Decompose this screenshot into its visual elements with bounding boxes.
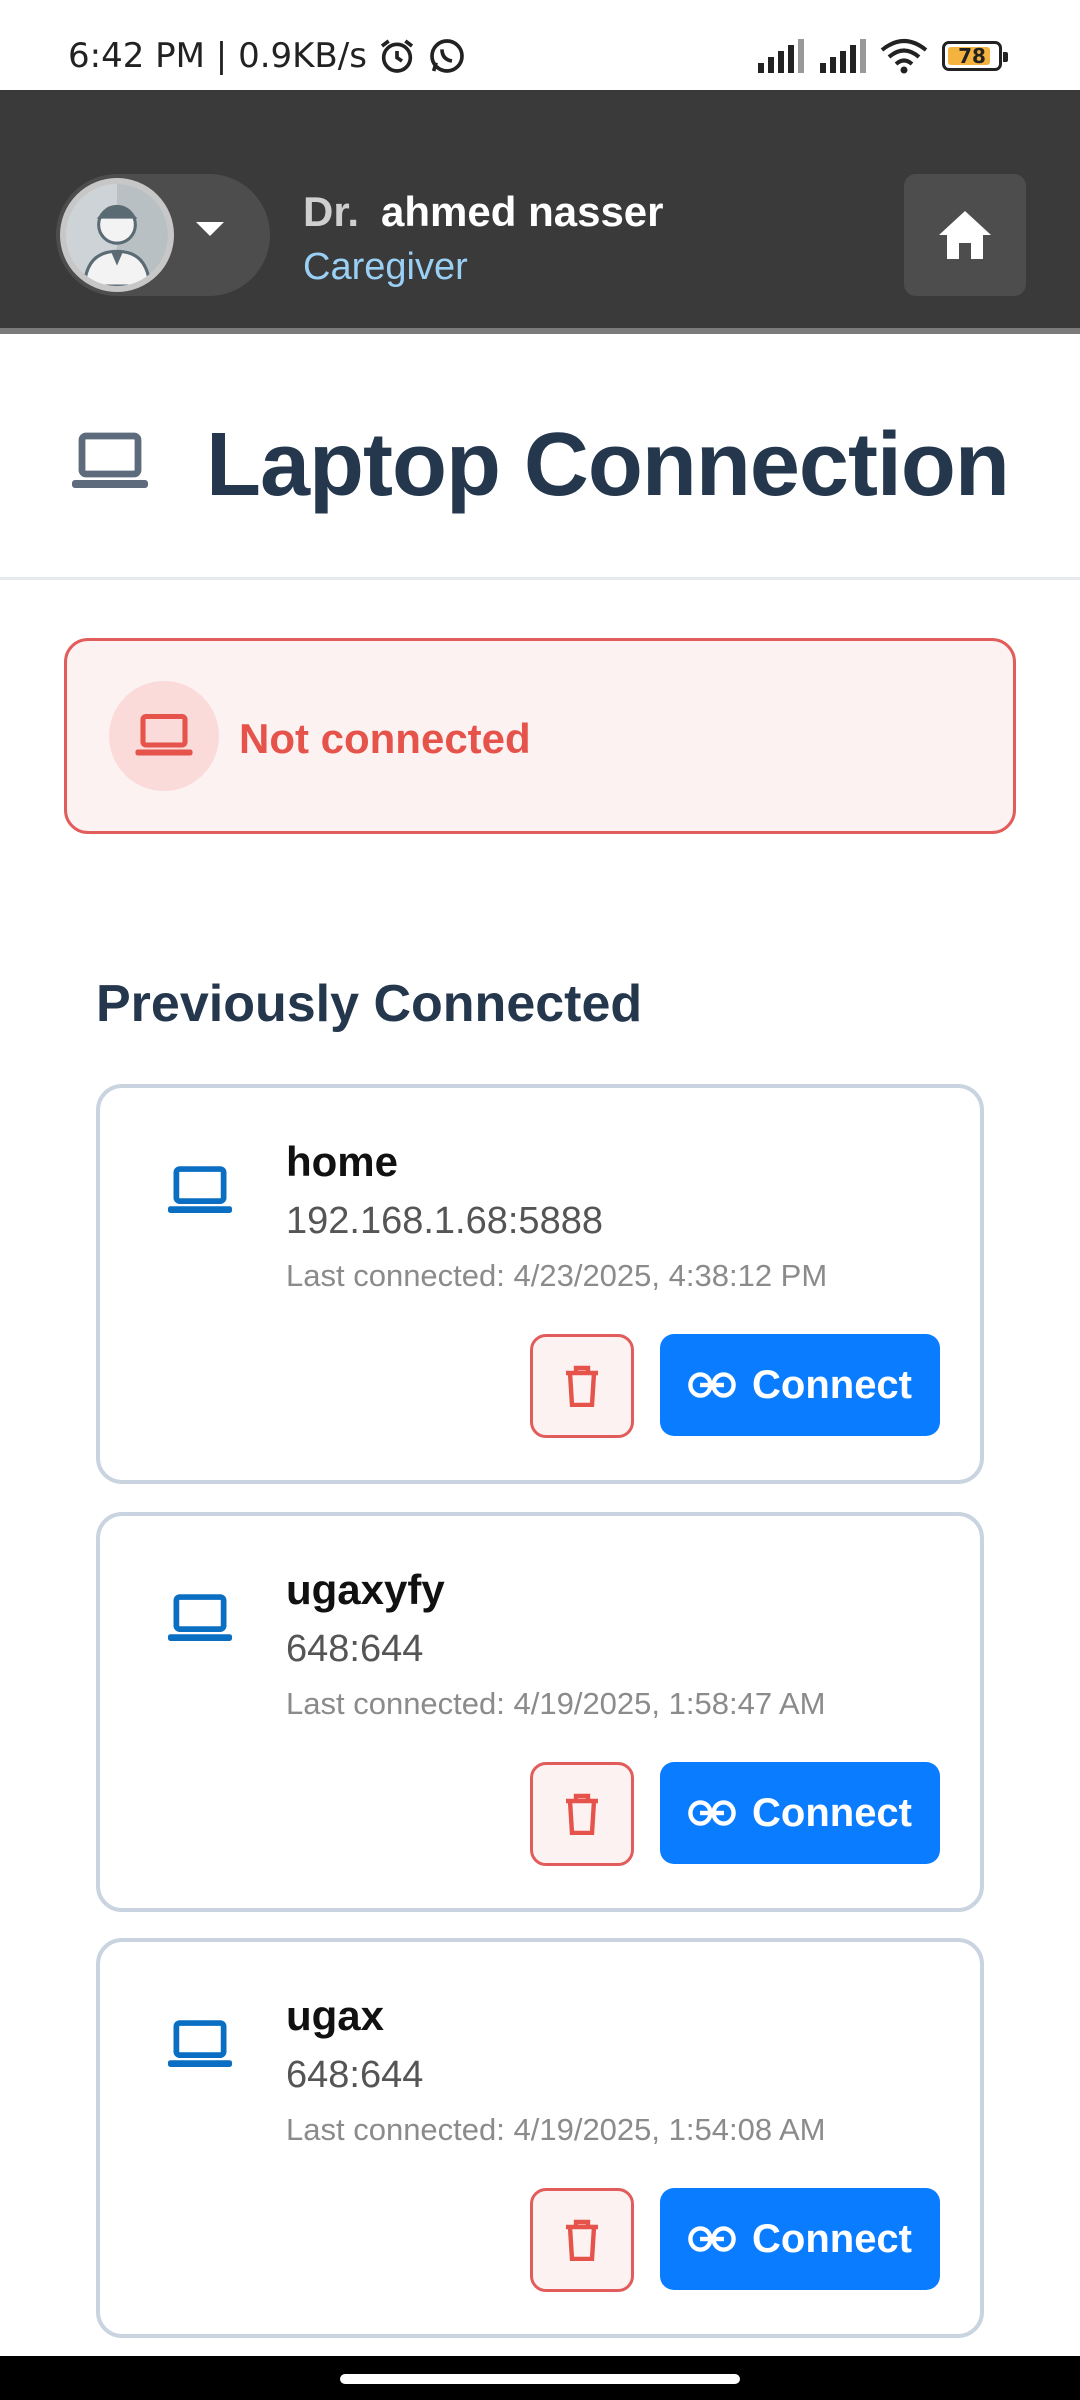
- link-icon: [688, 1800, 736, 1826]
- laptop-icon: [167, 1166, 233, 1213]
- connect-button[interactable]: Connect: [660, 1334, 940, 1436]
- user-avatar: [60, 178, 174, 292]
- delete-button[interactable]: [530, 1334, 634, 1438]
- connect-button[interactable]: Connect: [660, 2188, 940, 2290]
- connect-label: Connect: [752, 1362, 912, 1407]
- connection-status-banner: Not connected: [64, 638, 1016, 834]
- connection-status-text: Not connected: [239, 715, 531, 762]
- section-title: Previously Connected: [96, 975, 643, 1033]
- connect-button[interactable]: Connect: [660, 1762, 940, 1864]
- signal-icon-2: [820, 39, 866, 73]
- connect-label: Connect: [752, 2216, 912, 2261]
- device-last-connected: Last connected: 4/23/2025, 4:38:12 PM: [286, 1258, 828, 1293]
- device-address: 192.168.1.68:5888: [286, 1200, 603, 1242]
- user-name-text: ahmed nasser: [381, 188, 664, 235]
- wifi-icon: [880, 39, 928, 74]
- status-time: 6:42 PM | 0.9KB/s: [68, 36, 367, 76]
- trash-icon: [566, 2219, 598, 2261]
- signal-icon: [758, 39, 804, 73]
- battery-nub: [1003, 52, 1008, 62]
- app-header: Dr. ahmed nasser Caregiver: [0, 90, 1080, 334]
- user-role: Caregiver: [303, 246, 468, 288]
- device-name: ugax: [286, 1992, 385, 2039]
- status-bar: 6:42 PM | 0.9KB/s 78: [0, 0, 1080, 90]
- laptop-icon: [167, 1594, 233, 1641]
- device-name: ugaxyfy: [286, 1566, 445, 1613]
- user-name: Dr. ahmed nasser: [303, 188, 664, 236]
- trash-icon: [566, 1793, 598, 1835]
- device-last-connected: Last connected: 4/19/2025, 1:54:08 AM: [286, 2112, 826, 2147]
- chevron-down-icon: [196, 222, 224, 236]
- trash-icon: [566, 1365, 598, 1407]
- status-right: 78: [756, 38, 1008, 74]
- profile-menu-button[interactable]: [56, 174, 270, 296]
- laptop-icon: [167, 2020, 233, 2067]
- alarm-icon: [380, 39, 414, 73]
- page-title-row: Laptop Connection: [0, 334, 1080, 580]
- whatsapp-icon: [430, 39, 464, 73]
- battery-indicator: 78: [942, 41, 1008, 71]
- laptop-icon: [72, 432, 148, 488]
- delete-button[interactable]: [530, 1762, 634, 1866]
- laptop-icon: [135, 713, 193, 756]
- device-card: home 192.168.1.68:5888 Last connected: 4…: [96, 1084, 984, 1484]
- delete-button[interactable]: [530, 2188, 634, 2292]
- link-icon: [688, 1372, 736, 1398]
- device-card: ugaxyfy 648:644 Last connected: 4/19/202…: [96, 1512, 984, 1912]
- home-gesture-handle[interactable]: [340, 2374, 740, 2384]
- page-title: Laptop Connection: [206, 415, 1010, 515]
- connect-label: Connect: [752, 1790, 912, 1835]
- home-button[interactable]: [904, 174, 1026, 296]
- home-icon: [939, 211, 991, 259]
- system-nav-bar: [0, 2356, 1080, 2400]
- link-icon: [688, 2226, 736, 2252]
- person-icon: [66, 184, 168, 286]
- status-left: 6:42 PM | 0.9KB/s: [68, 36, 467, 76]
- device-last-connected: Last connected: 4/19/2025, 1:58:47 AM: [286, 1686, 826, 1721]
- device-address: 648:644: [286, 2054, 424, 2096]
- device-address: 648:644: [286, 1628, 424, 1670]
- device-card: ugax 648:644 Last connected: 4/19/2025, …: [96, 1938, 984, 2338]
- device-name: home: [286, 1138, 399, 1185]
- battery-level: 78: [958, 44, 986, 68]
- status-icon-circle: [109, 681, 219, 791]
- user-title: Dr.: [303, 188, 360, 235]
